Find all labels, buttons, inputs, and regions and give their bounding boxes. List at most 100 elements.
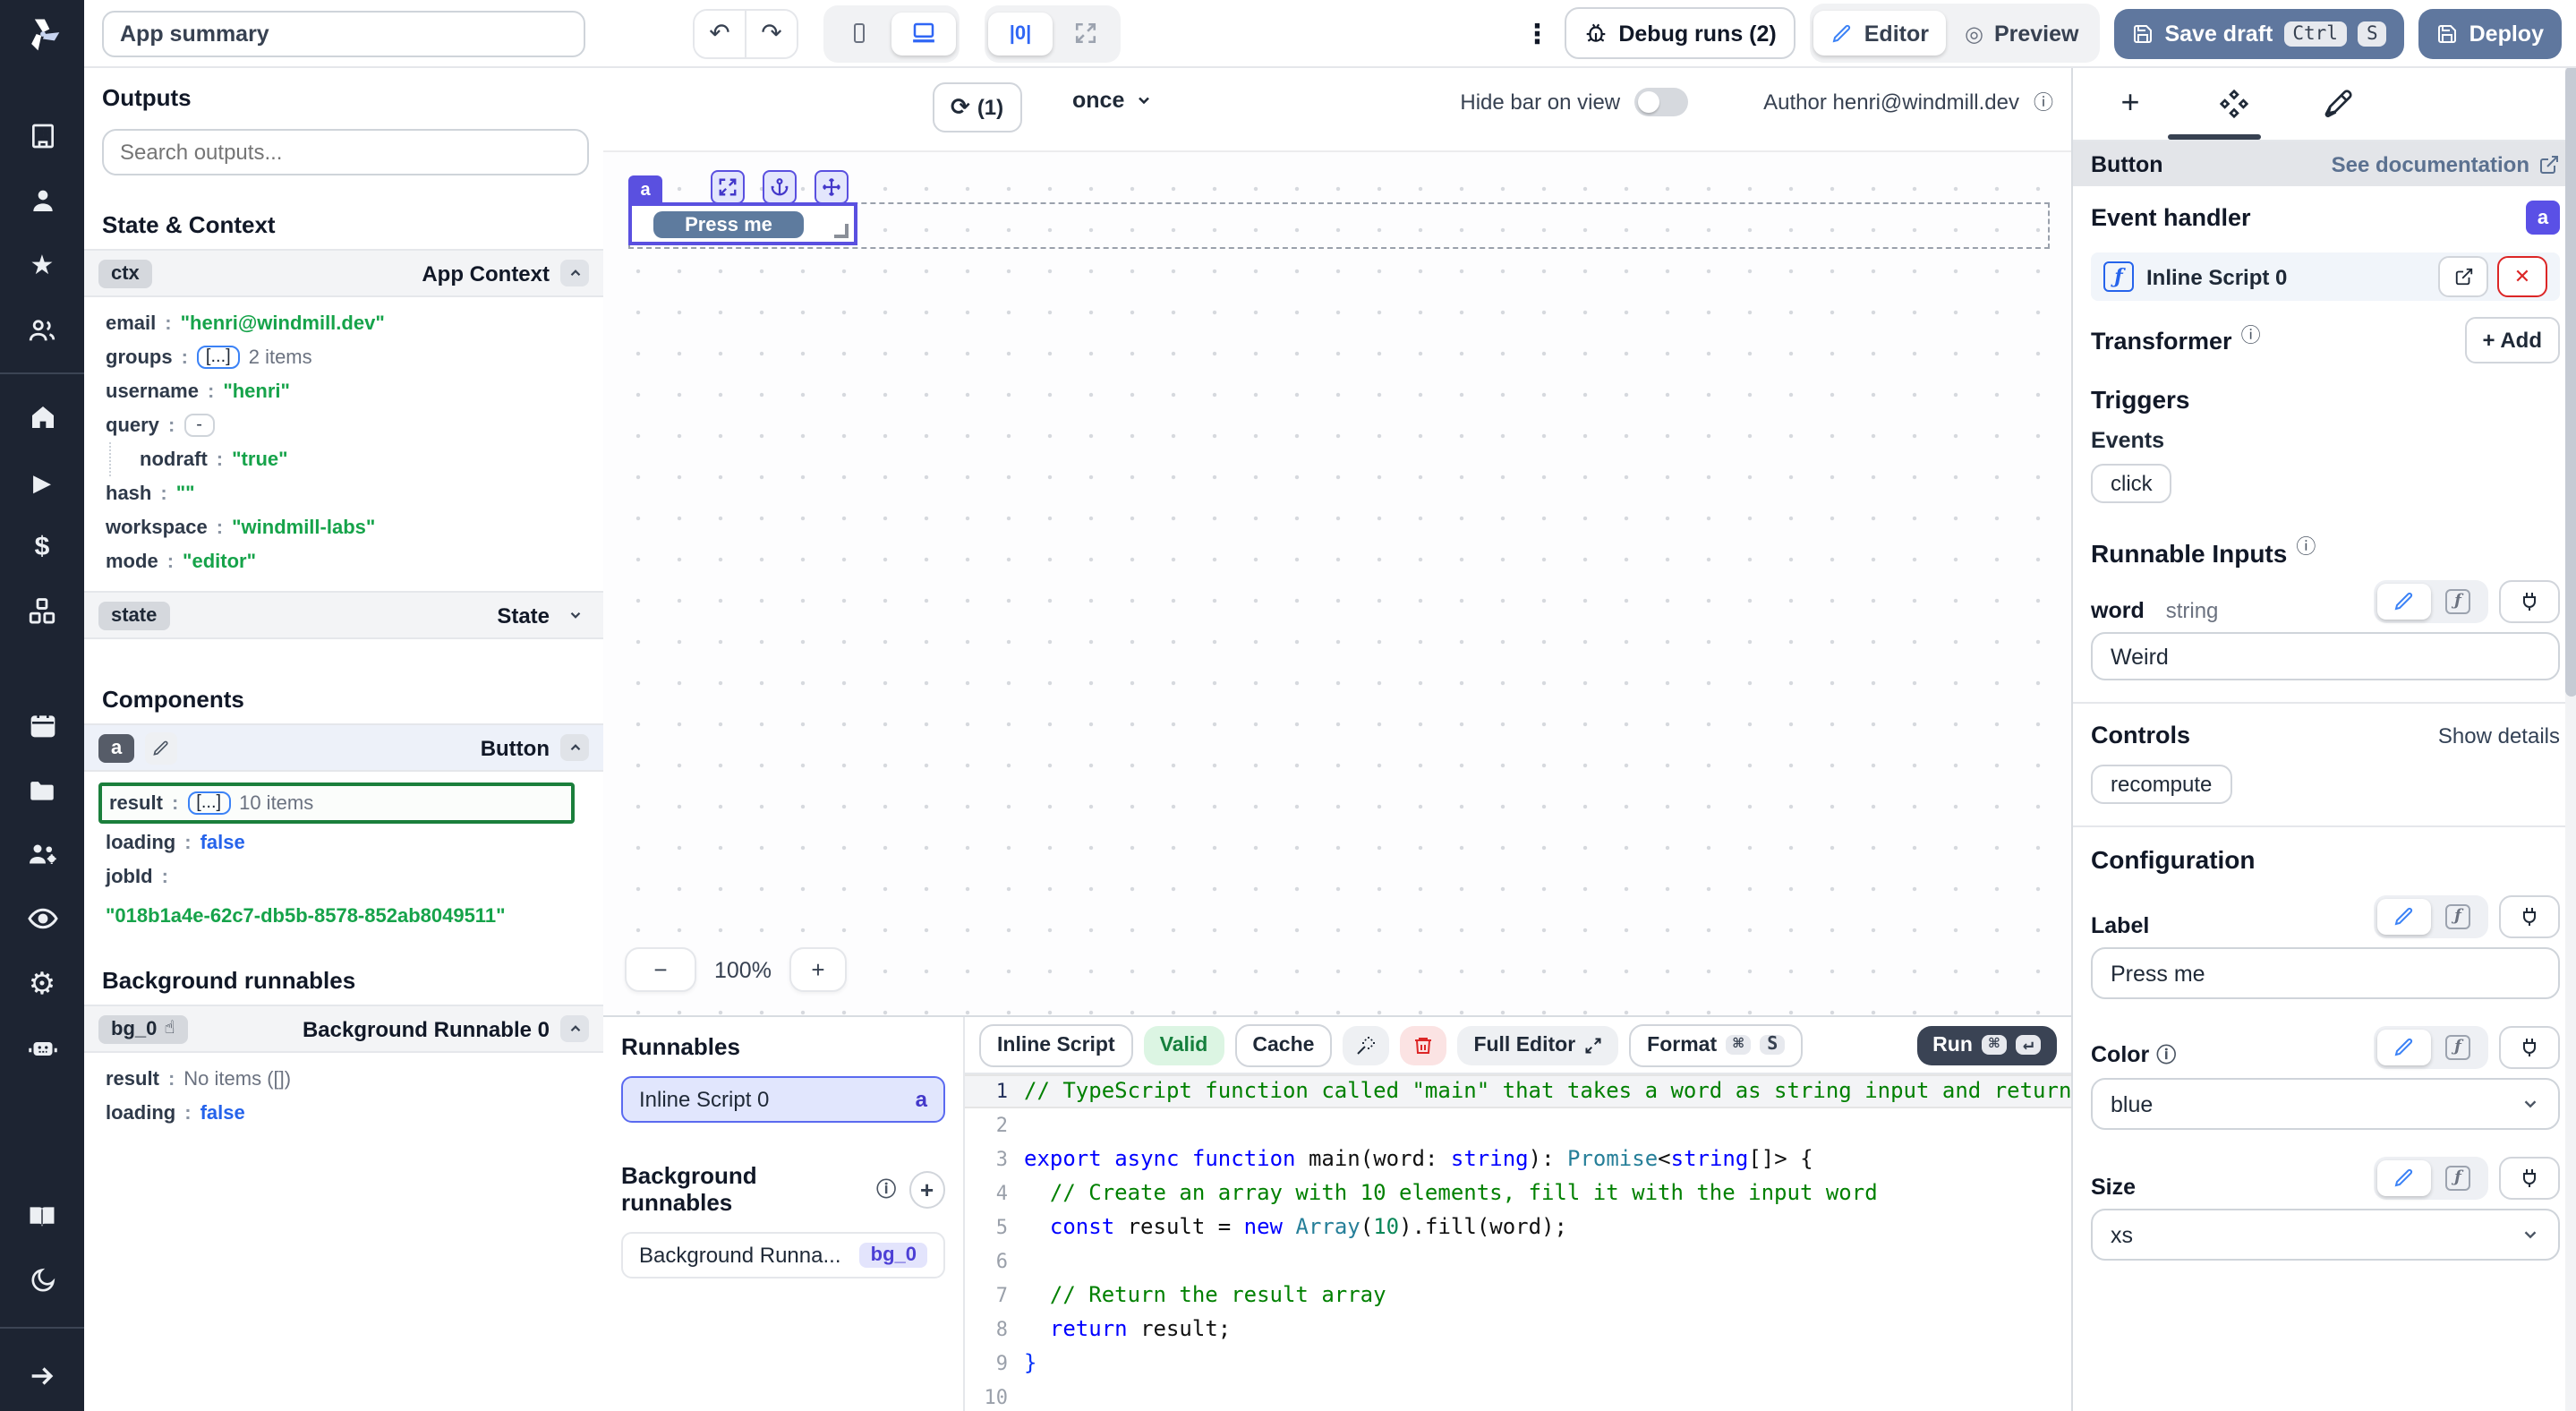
app-summary-input[interactable] [102, 10, 585, 56]
favorites-icon[interactable]: ★ [0, 233, 84, 297]
anchor-handle-icon[interactable] [763, 170, 797, 204]
press-me-button[interactable]: Press me [653, 211, 804, 238]
settings-icon[interactable]: ⚙ [0, 951, 84, 1015]
workers-icon[interactable] [0, 822, 84, 886]
frequency-dropdown[interactable]: once [1072, 88, 1153, 113]
selected-component[interactable]: Press me [628, 202, 857, 245]
expand-array-badge[interactable]: [...] [197, 346, 240, 369]
audit-logs-icon[interactable] [0, 886, 84, 951]
runs-icon[interactable]: ▶ [0, 449, 84, 514]
desktop-view-button[interactable] [891, 12, 956, 55]
ctx-header-row[interactable]: ctx App Context [84, 249, 603, 297]
delete-script-button[interactable] [1400, 1025, 1446, 1065]
edit-id-icon[interactable] [145, 731, 177, 764]
code-line[interactable]: 3export async function main(word: string… [965, 1142, 2071, 1176]
save-draft-button[interactable]: Save draft Ctrl S [2114, 8, 2404, 58]
resources-icon[interactable] [0, 578, 84, 643]
inspector-scrollbar-thumb[interactable] [2565, 66, 2576, 697]
search-outputs-input[interactable] [102, 129, 589, 175]
format-button[interactable]: Format ⌘ S [1629, 1023, 1803, 1066]
settings-tab[interactable] [2213, 76, 2256, 130]
connect-input-button[interactable] [2499, 1026, 2560, 1069]
cache-button[interactable]: Cache [1234, 1023, 1332, 1066]
see-documentation-link[interactable]: See documentation [2332, 151, 2560, 176]
connect-input-button[interactable] [2499, 895, 2560, 938]
component-id-tab[interactable]: a [628, 175, 662, 204]
windmill-logo[interactable] [22, 14, 62, 54]
runnable-bg0[interactable]: Background Runna... bg_0 [621, 1232, 945, 1278]
recompute-button[interactable]: ⟳ (1) [933, 82, 1021, 133]
folders-icon[interactable] [0, 757, 84, 822]
code-line[interactable]: 1// TypeScript function called "main" th… [965, 1074, 2071, 1108]
ai-assistant-icon[interactable] [0, 1015, 84, 1080]
connect-input-button[interactable] [2499, 1157, 2560, 1200]
code-line[interactable]: 4 // Create an array with 10 elements, f… [965, 1176, 2071, 1210]
deploy-button[interactable]: Deploy [2419, 8, 2562, 58]
redo-button[interactable]: ↷ [745, 10, 797, 56]
code-line[interactable]: 9} [965, 1347, 2071, 1381]
chevron-up-icon[interactable] [560, 734, 589, 761]
eval-value-button[interactable]: ƒ [2431, 899, 2485, 935]
home-icon[interactable] [0, 385, 84, 449]
open-script-button[interactable] [2438, 256, 2488, 297]
fullwidth-layout-button[interactable] [1053, 12, 1117, 55]
bg0-header-row[interactable]: bg_0☝ Background Runnable 0 [84, 1005, 603, 1053]
code-line[interactable]: 5 const result = new Array(10).fill(word… [965, 1210, 2071, 1244]
docs-icon[interactable] [0, 1184, 84, 1248]
move-handle-icon[interactable] [815, 170, 849, 204]
run-button[interactable]: Run ⌘ ↵ [1916, 1025, 2057, 1065]
inline-script-button[interactable]: Inline Script [979, 1023, 1133, 1066]
code-line[interactable]: 8 return result; [965, 1313, 2071, 1347]
code-line[interactable]: 6 [965, 1244, 2071, 1278]
show-details-link[interactable]: Show details [2438, 723, 2560, 748]
user-icon[interactable] [0, 168, 84, 233]
variables-icon[interactable]: $ [0, 514, 84, 578]
eval-value-button[interactable]: ƒ [2431, 1160, 2485, 1196]
more-menu-icon[interactable]: ⋮ [1523, 17, 1550, 49]
debug-runs-button[interactable]: Debug runs (2) [1565, 7, 1796, 59]
static-value-button[interactable] [2377, 584, 2431, 620]
code-line[interactable]: 2 [965, 1108, 2071, 1142]
add-transformer-button[interactable]: + Add [2465, 317, 2560, 363]
chevron-up-icon[interactable] [560, 260, 589, 286]
eval-value-button[interactable]: ƒ [2431, 1030, 2485, 1065]
add-bg-runnable-button[interactable]: + [908, 1170, 945, 1208]
component-a-header-row[interactable]: a Button [84, 723, 603, 772]
schedules-icon[interactable] [0, 693, 84, 757]
code-line[interactable]: 10 [965, 1381, 2071, 1411]
runnable-inline-script[interactable]: Inline Script 0 a [621, 1076, 945, 1123]
preview-tab[interactable]: ◎ Preview [1947, 11, 2097, 56]
eval-value-button[interactable]: ƒ [2431, 584, 2485, 620]
ai-wand-button[interactable] [1343, 1025, 1389, 1065]
hide-bar-toggle[interactable] [1634, 88, 1688, 116]
chevron-up-icon[interactable] [560, 1015, 589, 1042]
static-value-button[interactable] [2377, 1030, 2431, 1065]
full-editor-button[interactable]: Full Editor [1457, 1025, 1618, 1065]
size-select[interactable]: xs [2091, 1209, 2560, 1261]
groups-icon[interactable] [0, 297, 84, 362]
expand-handle-icon[interactable] [711, 170, 745, 204]
code-editor-area[interactable]: 1// TypeScript function called "main" th… [965, 1073, 2071, 1411]
dark-mode-icon[interactable] [0, 1248, 84, 1313]
canvas-grid[interactable] [603, 150, 2071, 1017]
centered-layout-button[interactable]: |0| [988, 12, 1053, 55]
color-select[interactable]: blue [2091, 1078, 2560, 1130]
zoom-in-button[interactable]: + [789, 947, 847, 992]
remove-script-button[interactable]: ✕ [2497, 256, 2547, 297]
resize-handle[interactable] [834, 224, 849, 238]
editor-tab[interactable]: Editor [1814, 11, 1947, 56]
zoom-out-button[interactable]: − [625, 947, 696, 992]
expand-array-badge[interactable]: [...] [187, 791, 230, 815]
undo-button[interactable]: ↶ [695, 10, 745, 56]
static-value-button[interactable] [2377, 1160, 2431, 1196]
expand-sidebar-icon[interactable] [0, 1339, 84, 1411]
mobile-view-button[interactable] [827, 12, 891, 55]
styling-tab[interactable] [2316, 76, 2359, 130]
state-header-row[interactable]: state State [84, 591, 603, 639]
label-input[interactable] [2091, 947, 2560, 999]
connect-input-button[interactable] [2499, 580, 2560, 623]
code-line[interactable]: 7 // Return the result array [965, 1278, 2071, 1313]
inline-script-row[interactable]: ƒ Inline Script 0 ✕ [2091, 252, 2560, 301]
insert-tab[interactable]: + [2109, 76, 2152, 130]
app-canvas[interactable]: ⟳ (1) once Hide bar on view Author henri… [603, 66, 2071, 1017]
